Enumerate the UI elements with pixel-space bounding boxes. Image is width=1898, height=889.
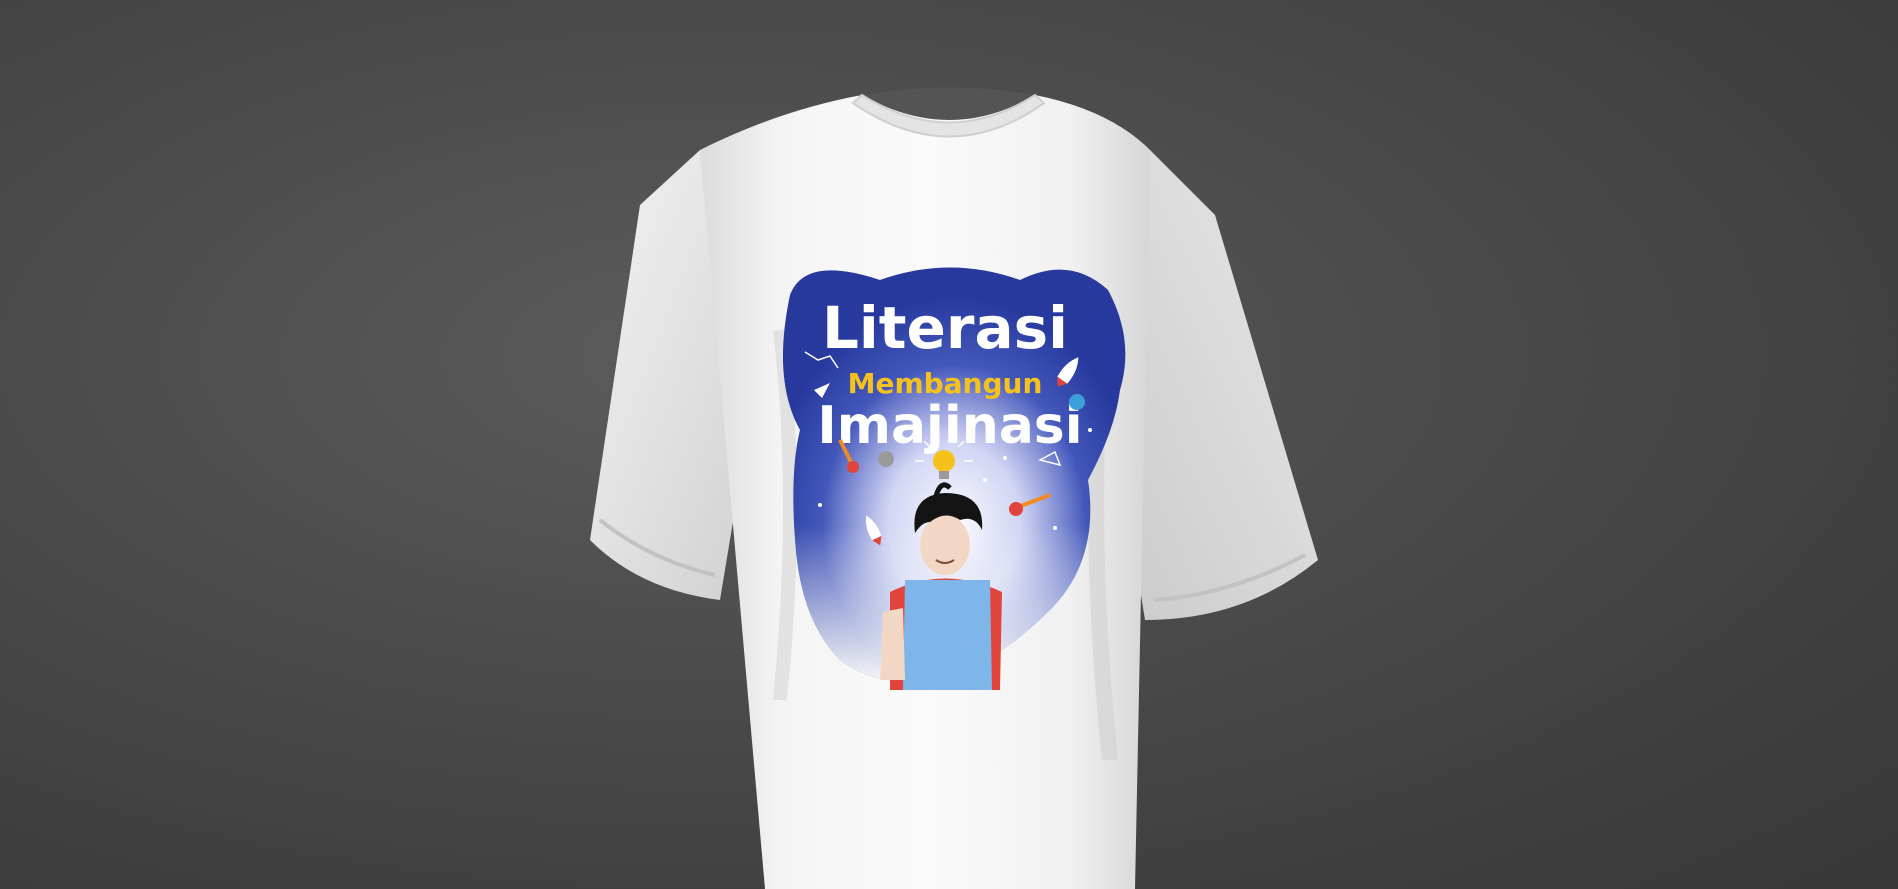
tshirt-model[interactable]: Literasi Membangun Imajinasi [0,0,1898,889]
print-title-line3: Imajinasi [817,396,1082,456]
3d-viewport[interactable]: Literasi Membangun Imajinasi [0,0,1898,889]
print-title-line1: Literasi [822,294,1068,362]
planet-icon [1069,394,1085,410]
moon-icon [878,451,894,467]
